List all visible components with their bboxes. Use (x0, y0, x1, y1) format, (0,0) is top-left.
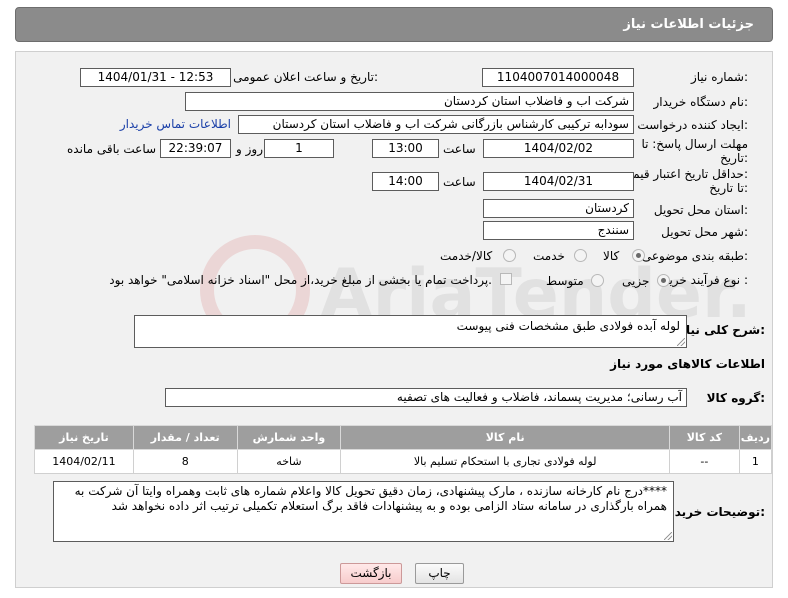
purchase-radio-minor[interactable] (657, 274, 670, 287)
back-button[interactable]: بازگشت (340, 563, 402, 584)
purchase-radio-medium[interactable] (591, 274, 604, 287)
goods-group-field: آب رسانی؛ مدیریت پسماند، فاضلاب و فعالیت… (165, 388, 687, 407)
buyer-notes-textarea[interactable]: ****درج نام کارخانه سازنده ، مارک پیشنها… (53, 481, 674, 542)
page-header: جزئیات اطلاعات نیاز (15, 7, 773, 42)
price-time-field: 14:00 (372, 172, 439, 191)
col-item-name: نام کالا (340, 425, 670, 450)
purchase-type-label: نوع فرآیند خرید : (663, 273, 748, 287)
category-option-service: خدمت (533, 249, 565, 263)
need-number-label: شماره نیاز: (690, 70, 748, 84)
remaining-time-label: ساعت باقی مانده (67, 142, 157, 156)
province-label: استان محل تحویل: (653, 203, 748, 217)
purchase-option-medium: متوسط (546, 274, 584, 288)
cell-row-number: 1 (738, 449, 773, 474)
treasury-payment-checkbox[interactable] (500, 273, 512, 285)
price-date-field: 1404/02/31 (483, 172, 634, 191)
resize-grip-icon[interactable] (664, 532, 672, 540)
category-option-goods: کالا (603, 249, 620, 263)
reply-deadline-label-2: تاریخ: (720, 151, 748, 165)
creator-label: ایجاد کننده درخواست: (637, 118, 748, 132)
goods-table: ردیف کد کالا نام کالا واحد شمارش تعداد /… (34, 425, 773, 474)
category-radio-goods-service[interactable] (503, 249, 516, 262)
cell-need-date: 1404/02/11 (34, 449, 134, 474)
buyer-org-label: نام دستگاه خریدار: (653, 95, 749, 109)
price-time-label: ساعت (443, 175, 476, 189)
need-number-field: 1104007014000048 (482, 68, 634, 87)
creator-field: سودابه ترکیبی کارشناس بازرگانی شرکت اب و… (238, 115, 634, 134)
goods-info-title: اطلاعات کالاهای مورد نیاز (610, 357, 765, 371)
reply-time-label: ساعت (443, 142, 476, 156)
price-validity-label-2: تا تاریخ: (709, 181, 748, 195)
summary-textarea[interactable]: لوله آبده فولادی طبق مشخصات فنی پیوست (134, 315, 687, 348)
cell-quantity: 8 (132, 449, 238, 474)
resize-grip-icon[interactable] (677, 338, 685, 346)
buyer-contact-link[interactable]: اطلاعات تماس خریدار (120, 117, 231, 131)
col-quantity: تعداد / مقدار (132, 425, 238, 450)
city-field: سنندج (483, 221, 634, 240)
purchase-option-minor: جزیی (622, 274, 650, 288)
days-field: 1 (264, 139, 334, 158)
goods-group-label: گروه کالا: (706, 391, 765, 405)
summary-label: شرح کلی نیاز: (679, 323, 765, 337)
reply-date-field: 1404/02/02 (483, 139, 634, 158)
province-field: کردستان (483, 199, 634, 218)
cell-unit: شاخه (236, 449, 342, 474)
col-item-code: کد کالا (669, 425, 740, 450)
col-row-number: ردیف (738, 425, 773, 450)
category-label: طبقه بندی موضوعی: (641, 249, 748, 263)
buyer-org-field: شرکت اب و فاضلاب استان کردستان (185, 92, 634, 111)
buyer-notes-label: توضیحات خریدار: (663, 505, 765, 519)
col-need-date: تاریخ نیاز (34, 425, 134, 450)
reply-deadline-label: مهلت ارسال پاسخ: تا (641, 137, 748, 151)
table-header-row: ردیف کد کالا نام کالا واحد شمارش تعداد /… (34, 425, 773, 450)
category-radio-service[interactable] (574, 249, 587, 262)
treasury-payment-note: پرداخت تمام یا بخشی از مبلغ خرید،از محل … (109, 273, 492, 287)
print-button[interactable]: چاپ (415, 563, 464, 584)
price-validity-label: حداقل تاریخ اعتبار قیمت: (621, 167, 748, 181)
page-title: جزئیات اطلاعات نیاز (623, 17, 754, 32)
cell-item-name: لوله فولادی تجاری با استحکام تسلیم بالا (340, 449, 670, 474)
table-row: 1 -- لوله فولادی تجاری با استحکام تسلیم … (34, 449, 773, 474)
category-radio-goods[interactable] (632, 249, 645, 262)
category-option-goods-service: کالا/خدمت (440, 249, 493, 263)
city-label: شهر محل تحویل: (661, 225, 748, 239)
buyer-notes-text: ****درج نام کارخانه سازنده ، مارک پیشنها… (74, 484, 667, 513)
reply-time-field: 13:00 (372, 139, 439, 158)
summary-text: لوله آبده فولادی طبق مشخصات فنی پیوست (456, 319, 680, 333)
days-label: روز و (236, 142, 263, 156)
remaining-time-field: 22:39:07 (160, 139, 231, 158)
col-unit: واحد شمارش (236, 425, 342, 450)
announce-date-field: 1404/01/31 - 12:53 (80, 68, 231, 87)
cell-item-code: -- (669, 449, 740, 474)
announce-date-label: تاریخ و ساعت اعلان عمومی: (233, 70, 378, 84)
